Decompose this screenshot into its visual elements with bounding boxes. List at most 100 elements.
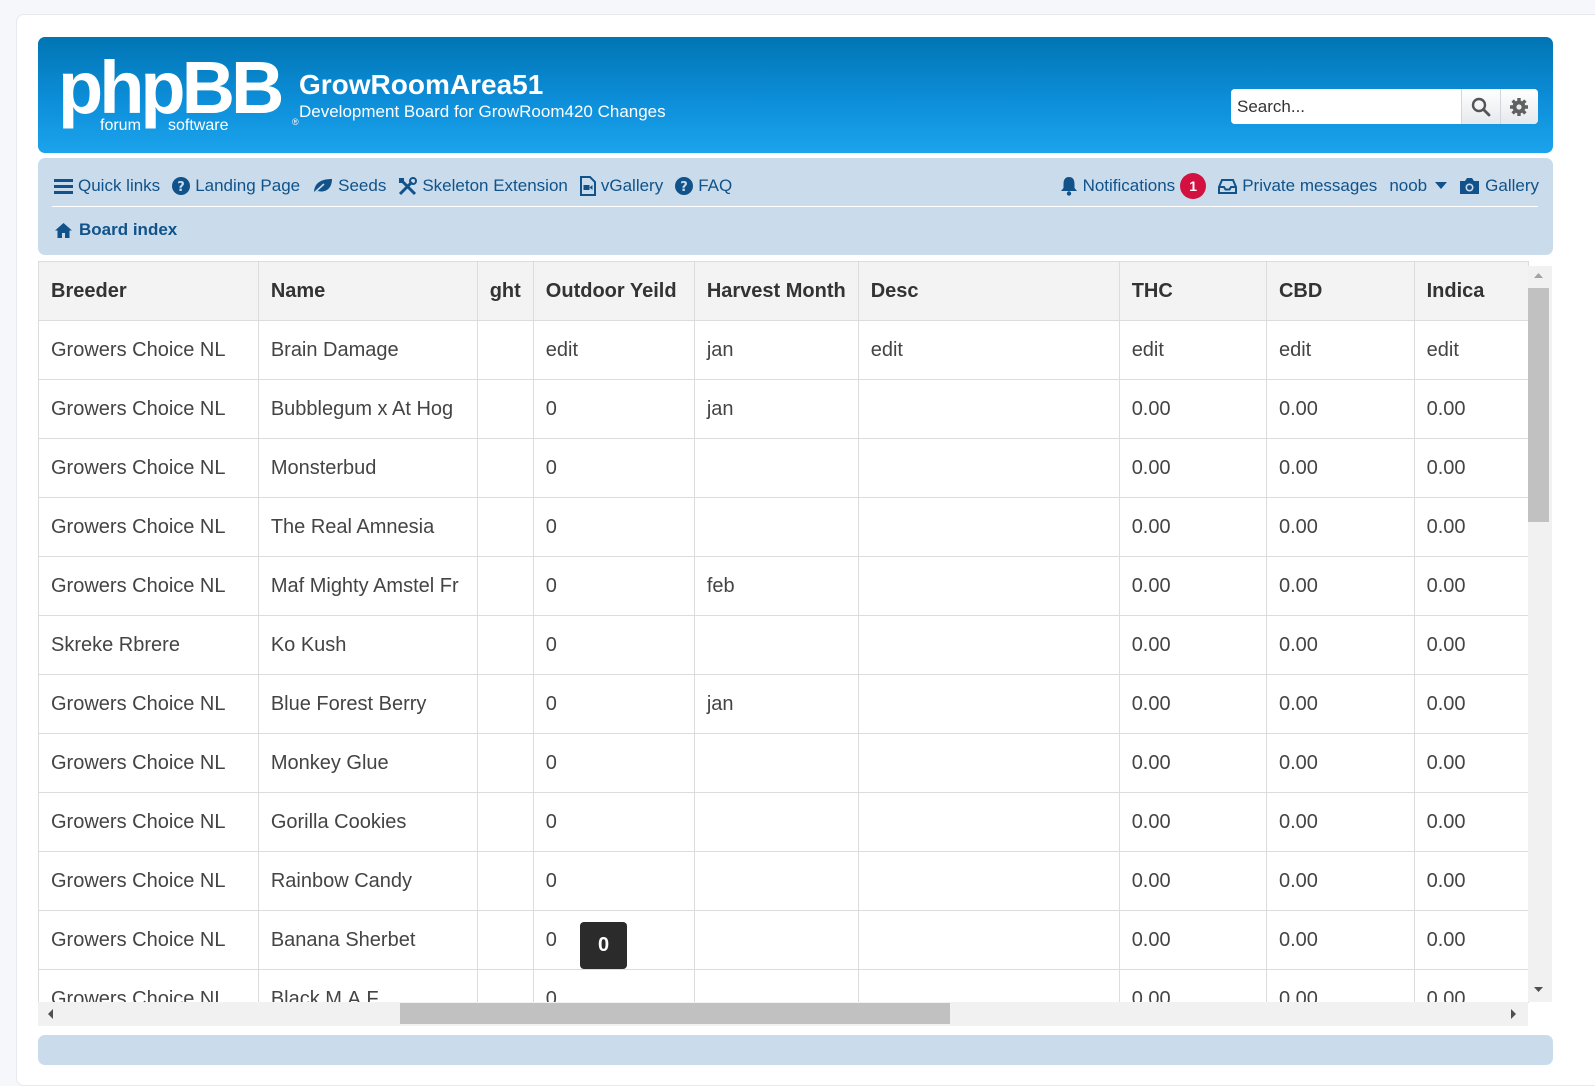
table-cell: 0.00 — [1414, 674, 1529, 734]
table-cell: 0.00 — [1414, 910, 1529, 970]
column-header[interactable]: CBD — [1266, 262, 1415, 321]
column-header[interactable]: Outdoor Yeild — [533, 262, 695, 321]
table-cell — [477, 792, 534, 852]
column-header[interactable]: ght — [477, 262, 534, 321]
nav-faq-label: FAQ — [698, 176, 733, 195]
table-cell: 0.00 — [1119, 497, 1267, 557]
nav-vgallery[interactable]: vGallery — [579, 176, 663, 196]
table-cell: 0.00 — [1266, 733, 1415, 793]
table-cell: 0.00 — [1119, 733, 1267, 793]
horizontal-scrollbar[interactable] — [38, 1002, 1528, 1026]
scroll-left-arrow-icon[interactable] — [44, 1003, 58, 1025]
nav-skeleton-extension[interactable]: Skeleton Extension — [398, 176, 568, 196]
table-row: Growers Choice NL Banana Sherbet 0 0.00 0.00… — [39, 910, 1529, 970]
table-row: Growers Choice NL Blue Forest Berry 0 jan 0.… — [39, 674, 1529, 734]
question-circle-icon: ? — [675, 177, 694, 195]
table-cell: 0.00 — [1414, 438, 1529, 498]
nav-gallery[interactable]: Gallery — [1459, 176, 1539, 196]
table-cell: Black M.A.F. — [258, 969, 478, 1003]
scroll-down-arrow-icon[interactable] — [1528, 982, 1549, 996]
table-cell: 0.00 — [1266, 438, 1415, 498]
table-cell: 0 — [533, 733, 695, 793]
table-cell: 0.00 — [1414, 733, 1529, 793]
footer-navbar — [38, 1035, 1553, 1065]
table-row: Growers Choice NL Gorilla Cookies 0 0.00 0.0… — [39, 792, 1529, 852]
table-cell[interactable]: edit — [1119, 320, 1267, 380]
table-row: Growers Choice NL Bubblegum x At Hog 0 jan 0… — [39, 379, 1529, 439]
table-cell: Blue Forest Berry — [258, 674, 478, 734]
nav-landing-page[interactable]: ? Landing Page — [172, 176, 300, 196]
table-header-row: Breeder Name ght Outdoor Yeild Harvest Month… — [39, 262, 1529, 321]
nav-private-messages[interactable]: Private messages — [1218, 176, 1377, 196]
table-row: Growers Choice NL Brain Damage edit jan edit… — [39, 320, 1529, 380]
table-cell[interactable]: edit — [1266, 320, 1415, 380]
site-title[interactable]: GrowRoomArea51 — [299, 69, 543, 101]
table-cell: 0 — [533, 438, 695, 498]
table-cell: Gorilla Cookies — [258, 792, 478, 852]
table-cell — [858, 851, 1120, 911]
table-cell: 0.00 — [1414, 792, 1529, 852]
logo-registered-mark: ® — [292, 117, 299, 127]
column-header[interactable]: Breeder — [39, 262, 259, 321]
column-header[interactable]: THC — [1119, 262, 1267, 321]
nav-user-menu[interactable]: noob — [1389, 176, 1448, 196]
seeds-table-viewport[interactable]: Breeder Name ght Outdoor Yeild Harvest Month… — [38, 261, 1529, 1003]
table-cell[interactable]: edit — [533, 320, 695, 380]
table-row: Growers Choice NL The Real Amnesia 0 0.00 0.… — [39, 497, 1529, 557]
inbox-icon — [1218, 179, 1238, 194]
column-header[interactable]: Desc — [858, 262, 1120, 321]
table-cell: 0 — [533, 379, 695, 439]
search-button[interactable] — [1461, 89, 1500, 124]
breadcrumb[interactable]: Board index — [54, 220, 177, 240]
svg-text:?: ? — [177, 180, 185, 195]
vertical-scrollbar-thumb[interactable] — [1528, 288, 1549, 522]
table-row: Skreke Rbrere Ko Kush 0 0.00 0.00 0.00 — [39, 615, 1529, 675]
tools-icon — [399, 176, 418, 195]
table-cell[interactable]: edit — [1414, 320, 1529, 380]
table-cell — [694, 851, 859, 911]
table-cell: Growers Choice NL — [39, 910, 259, 970]
table-cell: Growers Choice NL — [39, 674, 259, 734]
nav-quick-links[interactable]: Quick links — [54, 176, 160, 196]
table-cell — [694, 910, 859, 970]
column-header[interactable]: Name — [258, 262, 478, 321]
column-header[interactable]: Harvest Month — [694, 262, 859, 321]
table-cell[interactable]: edit — [858, 320, 1120, 380]
table-cell: 0.00 — [1414, 615, 1529, 675]
table-cell: 0.00 — [1414, 851, 1529, 911]
scroll-right-arrow-icon[interactable] — [1506, 1003, 1520, 1025]
table-cell: 0.00 — [1266, 674, 1415, 734]
table-cell: 0.00 — [1119, 379, 1267, 439]
advanced-search-button[interactable] — [1499, 89, 1538, 124]
table-cell: The Real Amnesia — [258, 497, 478, 557]
value-tooltip: 0 — [580, 922, 627, 969]
table-cell: Growers Choice NL — [39, 733, 259, 793]
scroll-up-arrow-icon[interactable] — [1528, 269, 1549, 283]
table-cell — [858, 674, 1120, 734]
table-cell: Rainbow Candy — [258, 851, 478, 911]
table-cell — [858, 733, 1120, 793]
table-cell: 0 — [533, 851, 695, 911]
table-cell: Skreke Rbrere — [39, 615, 259, 675]
search-input[interactable] — [1231, 89, 1461, 124]
bars-icon — [54, 178, 73, 194]
table-cell — [477, 969, 534, 1003]
nav-notifications[interactable]: Notifications 1 — [1060, 173, 1207, 199]
table-cell: 0.00 — [1414, 379, 1529, 439]
phpbb-logo[interactable]: phpBB forum software ® — [58, 46, 299, 137]
nav-seeds[interactable]: Seeds — [312, 176, 386, 196]
vertical-scrollbar[interactable] — [1528, 266, 1552, 1002]
table-cell: Growers Choice NL — [39, 556, 259, 616]
table-cell: 0.00 — [1414, 969, 1529, 1003]
file-video-icon — [579, 176, 596, 196]
gear-icon — [1510, 97, 1529, 116]
nav-seeds-label: Seeds — [338, 176, 387, 195]
table-cell — [477, 615, 534, 675]
column-header[interactable]: Indica — [1414, 262, 1529, 321]
nav-faq[interactable]: ? FAQ — [675, 176, 732, 196]
horizontal-scrollbar-thumb[interactable] — [400, 1003, 950, 1024]
table-cell — [858, 969, 1120, 1003]
table-cell — [858, 910, 1120, 970]
table-cell: 0.00 — [1414, 556, 1529, 616]
table-cell: Maf Mighty Amstel Fr — [258, 556, 478, 616]
